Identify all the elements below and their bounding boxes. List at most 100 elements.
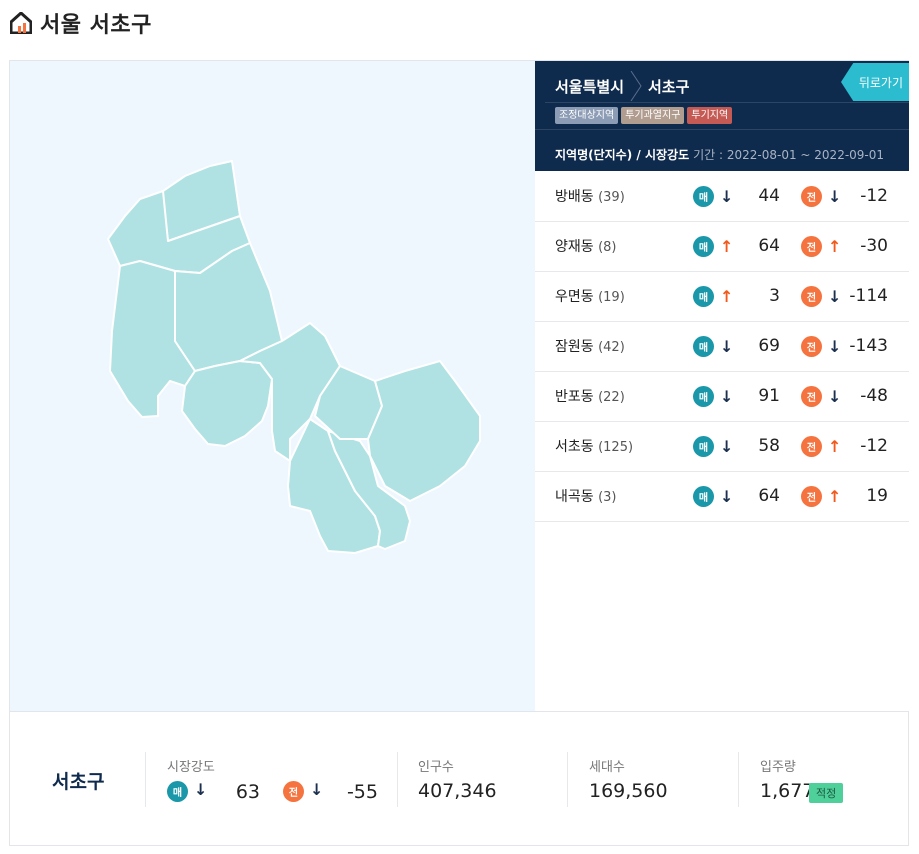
region-row[interactable]: 양재동 (8) 매 ↑ 64 전 ↑ -30: [535, 221, 909, 272]
complex-count: (3): [598, 490, 617, 505]
jeonse-badge: 전: [283, 781, 304, 802]
breadcrumb-district: 서초구: [648, 77, 690, 96]
period-info: 지역명(단지수) / 시장강도 기간 : 2022-08-01 ~ 2022-09…: [555, 146, 884, 163]
complex-count: (19): [598, 290, 625, 305]
region-row[interactable]: 방배동 (39) 매 ↓ 44 전 ↓ -12: [535, 171, 909, 222]
market-strength-label: 시장강도: [167, 760, 215, 775]
sidebar-header: 서울특별시 서초구 뒤로가기 조정대상지역 투기과열지구 투기지역 지역명(단지…: [535, 61, 909, 171]
jeonse-value: -30: [860, 236, 888, 256]
jeonse-badge: 전: [801, 435, 822, 457]
region-name-text: 서초동: [555, 439, 594, 455]
maemae-value: 44: [758, 186, 780, 206]
complex-count: (22): [598, 390, 625, 405]
supply-status-badge: 적정: [809, 783, 844, 803]
jeonse-badge: 전: [801, 385, 822, 407]
tag-adjustment: 조정대상지역: [555, 107, 619, 124]
region-name: 우면동 (19): [555, 286, 625, 306]
divider: [567, 752, 568, 807]
divider: [145, 752, 146, 807]
maemae-badge: 매: [693, 335, 714, 357]
maemae-badge: 매: [693, 435, 714, 457]
divider: [397, 752, 398, 807]
maemae-value: 3: [769, 286, 780, 306]
jeonse-badge: 전: [801, 485, 822, 507]
region-name: 방배동 (39): [555, 186, 625, 206]
district-map: [10, 61, 536, 711]
page-title: 서울 서초구: [40, 13, 152, 38]
maemae-value: 69: [758, 336, 780, 356]
region-sidebar: 서울특별시 서초구 뒤로가기 조정대상지역 투기과열지구 투기지역 지역명(단지…: [535, 61, 909, 711]
arrow-down-icon: ↓: [720, 336, 734, 356]
map-region-woomyeon[interactable]: [367, 360, 481, 502]
summary-district-name: 서초구: [52, 771, 105, 793]
region-name: 내곡동 (3): [555, 486, 617, 506]
supply-label: 입주량: [760, 760, 796, 775]
region-name-text: 양재동: [555, 239, 594, 255]
map-panel: 서울특별시 서초구 뒤로가기 조정대상지역 투기과열지구 투기지역 지역명(단지…: [9, 60, 909, 711]
maemae-badge: 매: [693, 485, 714, 507]
tag-overheated: 투기과열지구: [621, 107, 685, 124]
divider: [535, 129, 909, 130]
summary-footer: 서초구 시장강도 매 ↓ 63 전 ↓ -55 인구수 407,346 세대수 …: [9, 711, 909, 846]
jeonse-badge: 전: [801, 235, 822, 257]
map-region-seocho-lower[interactable]: [181, 360, 273, 447]
region-row[interactable]: 우면동 (19) 매 ↑ 3 전 ↓ -114: [535, 271, 909, 322]
page-header: 서울 서초구: [10, 8, 152, 38]
complex-count: (42): [598, 340, 625, 355]
region-name-text: 반포동: [555, 389, 594, 405]
supply-value: 1,677: [760, 780, 815, 802]
region-row[interactable]: 잠원동 (42) 매 ↓ 69 전 ↓ -143: [535, 321, 909, 372]
region-row[interactable]: 서초동 (125) 매 ↓ 58 전 ↑ -12: [535, 421, 909, 472]
arrow-down-icon: ↓: [720, 486, 734, 506]
arrow-up-icon: ↑: [720, 236, 734, 256]
households-label: 세대수: [589, 760, 625, 775]
maemae-badge: 매: [693, 185, 714, 207]
region-row[interactable]: 내곡동 (3) 매 ↓ 64 전 ↑ 19: [535, 471, 909, 522]
arrow-down-icon: ↓: [720, 186, 734, 206]
arrow-down-icon: ↓: [720, 436, 734, 456]
region-name: 서초동 (125): [555, 436, 633, 456]
regulation-tags: 조정대상지역 투기과열지구 투기지역: [555, 107, 733, 124]
maemae-badge: 매: [693, 235, 714, 257]
market-maemae-value: 63: [235, 781, 260, 803]
region-name: 잠원동 (42): [555, 336, 625, 356]
breadcrumb: 서울특별시 서초구: [555, 71, 689, 101]
back-button[interactable]: 뒤로가기: [841, 63, 909, 101]
market-jeonse-value: -55: [346, 781, 378, 803]
period-range: 기간 : 2022-08-01 ~ 2022-09-01: [693, 148, 885, 162]
complex-count: (125): [598, 440, 634, 455]
region-name-text: 우면동: [555, 289, 594, 305]
jeonse-value: -12: [860, 186, 888, 206]
divider: [545, 102, 909, 103]
arrow-down-icon: ↓: [720, 386, 734, 406]
region-name-text: 방배동: [555, 189, 594, 205]
jeonse-value: -114: [849, 286, 888, 306]
maemae-value: 64: [758, 486, 780, 506]
region-row[interactable]: 반포동 (22) 매 ↓ 91 전 ↓ -48: [535, 371, 909, 422]
breadcrumb-city[interactable]: 서울특별시: [555, 76, 624, 97]
maemae-value: 91: [758, 386, 780, 406]
jeonse-badge: 전: [801, 185, 822, 207]
arrow-down-icon: ↓: [194, 780, 208, 799]
region-name: 양재동 (8): [555, 236, 617, 256]
complex-count: (39): [598, 190, 625, 205]
district-map-svg: [107, 160, 481, 554]
maemae-badge: 매: [693, 285, 714, 307]
tag-speculation: 투기지역: [687, 107, 733, 124]
complex-count: (8): [598, 240, 617, 255]
arrow-down-icon: ↓: [310, 780, 324, 799]
maemae-value: 64: [758, 236, 780, 256]
population-value: 407,346: [418, 780, 497, 802]
maemae-value: 58: [758, 436, 780, 456]
jeonse-value: 19: [866, 486, 888, 506]
chevron-right-icon: [630, 71, 642, 101]
jeonse-value: -12: [860, 436, 888, 456]
region-name-text: 잠원동: [555, 339, 594, 355]
jeonse-badge: 전: [801, 285, 822, 307]
home-chart-icon: [10, 12, 32, 34]
jeonse-value: -143: [849, 336, 888, 356]
divider: [738, 752, 739, 807]
jeonse-badge: 전: [801, 335, 822, 357]
maemae-badge: 매: [693, 385, 714, 407]
region-name: 반포동 (22): [555, 386, 625, 406]
